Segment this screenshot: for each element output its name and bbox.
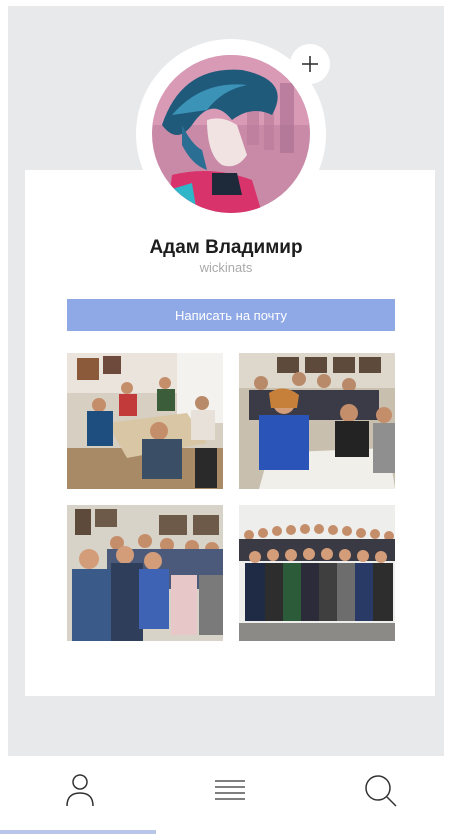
profile-name: Адам Владимир (149, 237, 303, 258)
user-icon (66, 774, 94, 807)
tab-profile[interactable] (60, 770, 100, 810)
tab-search[interactable] (360, 770, 400, 810)
gallery-photo-3[interactable] (67, 505, 223, 641)
gallery-photo-2[interactable] (239, 353, 395, 489)
bottom-tab-bar (0, 756, 452, 836)
profile-username: wickinats (199, 260, 253, 275)
add-photo-button[interactable] (290, 44, 330, 84)
tab-menu[interactable] (210, 770, 250, 810)
plus-icon (302, 56, 318, 72)
gallery-photo-4[interactable] (239, 505, 395, 641)
avatar[interactable] (152, 55, 310, 213)
gallery-photo-1[interactable] (67, 353, 223, 489)
active-tab-indicator (0, 830, 156, 834)
send-email-button[interactable]: Написать на почту (67, 299, 395, 331)
search-icon (365, 775, 397, 807)
hamburger-menu-icon (215, 780, 245, 800)
